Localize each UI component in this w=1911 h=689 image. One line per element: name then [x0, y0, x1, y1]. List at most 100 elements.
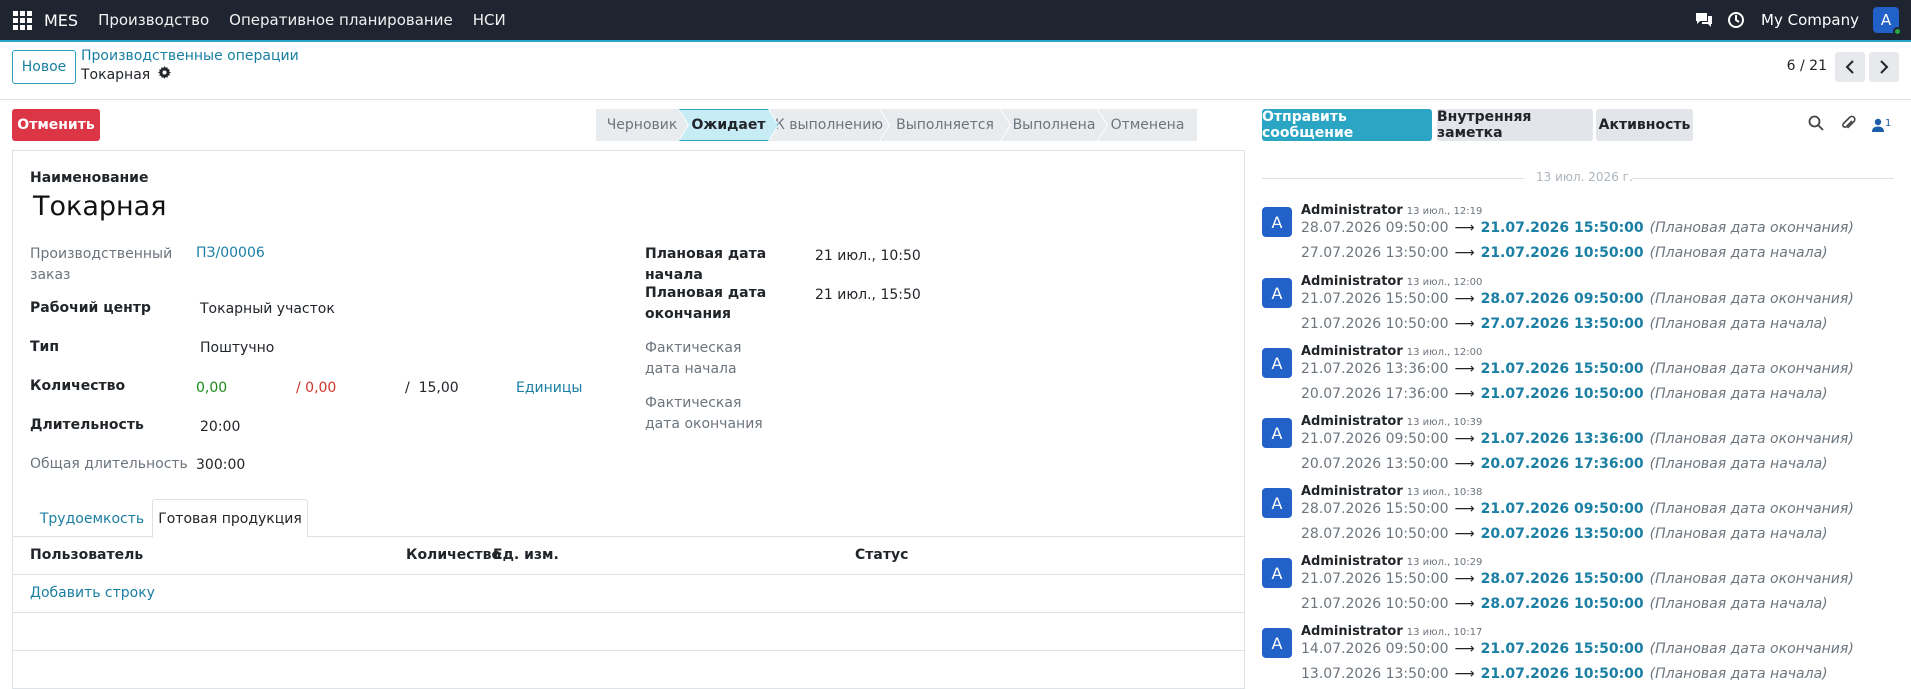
arrow-right-icon: ⟶	[1454, 386, 1475, 402]
author-avatar[interactable]: A	[1262, 628, 1292, 658]
menu-nsi[interactable]: НСИ	[473, 11, 506, 29]
arrow-right-icon: ⟶	[1454, 571, 1475, 587]
author-avatar[interactable]: A	[1262, 418, 1292, 448]
author-avatar[interactable]: A	[1262, 558, 1292, 588]
duration-field[interactable]: 20:00	[200, 419, 240, 435]
new-value: 28.07.2026 15:50:00	[1480, 571, 1644, 587]
old-value: 20.07.2026 13:50:00	[1301, 456, 1449, 472]
gear-icon[interactable]	[158, 66, 172, 83]
stage-in-progress[interactable]: Выполняется	[880, 109, 1010, 141]
activity-button[interactable]: Активность	[1596, 109, 1693, 141]
arrow-right-icon: ⟶	[1454, 666, 1475, 682]
column-status[interactable]: Статус	[855, 547, 908, 563]
name-field[interactable]: Токарная	[33, 191, 166, 222]
tracking-value-change: 20.07.2026 13:50:00 ⟶ 20.07.2026 17:36:00 (…	[1301, 456, 1828, 472]
field-name: (Плановая дата начала)	[1649, 666, 1828, 682]
message-author[interactable]: Administrator 13 июл., 10:38	[1301, 484, 1482, 499]
table-row	[13, 651, 1244, 689]
message-author[interactable]: Administrator 13 июл., 10:29	[1301, 554, 1482, 569]
log-note-button[interactable]: Внутренняя заметка	[1437, 109, 1593, 141]
new-button[interactable]: Новое	[12, 50, 76, 84]
author-avatar[interactable]: A	[1262, 278, 1292, 308]
uom-link[interactable]: Единицы	[516, 380, 582, 396]
message-timestamp: 13 июл., 12:00	[1406, 347, 1483, 358]
new-value: 21.07.2026 10:50:00	[1480, 386, 1644, 402]
add-row-link[interactable]: Добавить строку	[30, 585, 155, 601]
stage-waiting[interactable]: Ожидает	[679, 109, 778, 141]
tab-finished-products[interactable]: Готовая продукция	[152, 499, 308, 538]
qty-done-field[interactable]: 0,00	[196, 380, 227, 396]
company-switcher[interactable]: My Company	[1761, 11, 1859, 29]
old-value: 28.07.2026 10:50:00	[1301, 526, 1449, 542]
author-avatar[interactable]: A	[1262, 348, 1292, 378]
plan-end-label: Плановая дата окончания	[645, 285, 767, 322]
paperclip-icon[interactable]	[1840, 114, 1856, 136]
app-brand[interactable]: MES	[44, 11, 78, 30]
pager-previous-button[interactable]	[1835, 52, 1865, 82]
tracking-value-change: 21.07.2026 13:36:00 ⟶ 21.07.2026 15:50:00 (…	[1301, 361, 1854, 377]
stage-done[interactable]: Выполнена	[1001, 109, 1107, 141]
menu-planning[interactable]: Оперативное планирование	[229, 11, 453, 29]
search-icon[interactable]	[1808, 115, 1824, 135]
author-name[interactable]: Administrator	[1301, 344, 1403, 359]
author-avatar[interactable]: A	[1262, 488, 1292, 518]
author-name[interactable]: Administrator	[1301, 203, 1403, 218]
chat-icon[interactable]	[1693, 9, 1715, 31]
message-timestamp: 13 июл., 10:17	[1406, 627, 1483, 638]
work-center-field[interactable]: Токарный участок	[200, 301, 335, 317]
apps-menu-icon[interactable]	[0, 0, 44, 40]
plan-start-field[interactable]: 21 июл., 10:50	[815, 248, 921, 264]
menu-production[interactable]: Производство	[98, 11, 209, 29]
quantity-label: Количество	[30, 378, 126, 394]
author-avatar[interactable]: A	[1262, 207, 1292, 237]
new-value: 21.07.2026 13:36:00	[1480, 431, 1644, 447]
tracking-value-change: 21.07.2026 09:50:00 ⟶ 21.07.2026 13:36:00 (…	[1301, 431, 1854, 447]
table-row	[13, 613, 1244, 651]
type-field[interactable]: Поштучно	[200, 340, 274, 356]
message-author[interactable]: Administrator 13 июл., 12:19	[1301, 203, 1482, 218]
message-author[interactable]: Administrator 13 июл., 12:00	[1301, 274, 1482, 289]
pager-value[interactable]: 6 / 21	[1787, 58, 1827, 74]
column-uom[interactable]: Ед. изм.	[493, 547, 559, 563]
tracking-value-change: 21.07.2026 15:50:00 ⟶ 28.07.2026 09:50:00 (…	[1301, 291, 1854, 307]
user-avatar[interactable]: A	[1873, 7, 1902, 36]
message-author[interactable]: Administrator 13 июл., 10:17	[1301, 624, 1482, 639]
arrow-right-icon: ⟶	[1454, 316, 1475, 332]
old-value: 21.07.2026 09:50:00	[1301, 431, 1449, 447]
pager-next-button[interactable]	[1869, 52, 1899, 82]
old-value: 28.07.2026 15:50:00	[1301, 501, 1449, 517]
column-quantity[interactable]: Количество	[406, 547, 501, 563]
production-order-link[interactable]: ПЗ/00006	[196, 245, 265, 261]
qty-rejected-field[interactable]: / 0,00	[296, 380, 336, 396]
add-row-row: Добавить строку	[13, 575, 1244, 613]
chatter-message: A Administrator 13 июл., 10:17 14.07.2026 0…	[1262, 624, 1902, 689]
stage-draft[interactable]: Черновик	[596, 109, 688, 141]
chatter-message: A Administrator 13 июл., 10:39 21.07.2026 0…	[1262, 414, 1902, 484]
tracking-value-change: 28.07.2026 15:50:00 ⟶ 21.07.2026 09:50:00 (…	[1301, 501, 1854, 517]
type-label: Тип	[30, 339, 60, 355]
old-value: 21.07.2026 10:50:00	[1301, 316, 1449, 332]
author-name[interactable]: Administrator	[1301, 624, 1403, 639]
author-name[interactable]: Administrator	[1301, 554, 1403, 569]
new-value: 28.07.2026 10:50:00	[1480, 596, 1644, 612]
cancel-button[interactable]: Отменить	[12, 109, 100, 141]
column-user[interactable]: Пользователь	[30, 547, 143, 563]
stage-cancelled[interactable]: Отменена	[1098, 109, 1197, 141]
stage-ready[interactable]: К выполнению	[769, 109, 889, 141]
date-separator-text: 13 июл. 2026 г.	[1536, 170, 1633, 184]
author-name[interactable]: Administrator	[1301, 414, 1403, 429]
tab-labor[interactable]: Трудоемкость	[30, 499, 154, 538]
plan-end-field[interactable]: 21 июл., 15:50	[815, 287, 921, 303]
send-message-button[interactable]: Отправить сообщение	[1262, 109, 1432, 141]
author-name[interactable]: Administrator	[1301, 484, 1403, 499]
arrow-right-icon: ⟶	[1454, 361, 1475, 377]
old-value: 13.07.2026 13:50:00	[1301, 666, 1449, 682]
followers-icon[interactable]: 1	[1872, 118, 1891, 132]
field-name: (Плановая дата начала)	[1649, 526, 1828, 542]
message-author[interactable]: Administrator 13 июл., 10:39	[1301, 414, 1482, 429]
breadcrumb-parent[interactable]: Производственные операции	[81, 48, 299, 64]
clock-icon[interactable]	[1725, 9, 1747, 31]
message-author[interactable]: Administrator 13 июл., 12:00	[1301, 344, 1482, 359]
author-name[interactable]: Administrator	[1301, 274, 1403, 289]
total-duration-label: Общая длительность	[30, 456, 188, 472]
